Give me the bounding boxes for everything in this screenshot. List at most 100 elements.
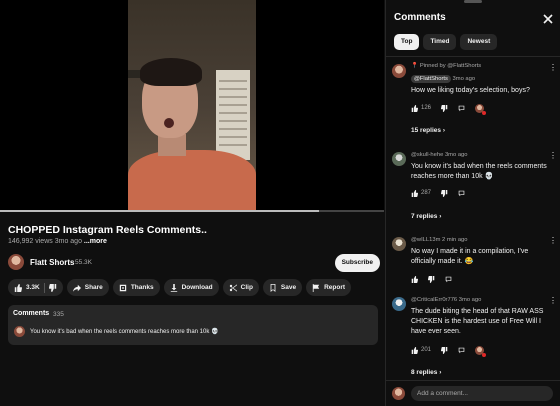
thumbs-up-icon[interactable] (14, 283, 22, 292)
comments-panel: Comments Top Timed Newest 📍 Pinned by @F… (385, 0, 560, 406)
comment-meta: @wILL13m 2 min ago (411, 237, 468, 243)
thumbs-up-icon[interactable] (411, 346, 418, 354)
scissors-icon (229, 283, 237, 292)
reply-icon[interactable] (458, 190, 465, 197)
share-button[interactable]: Share (66, 279, 109, 296)
replies-toggle[interactable]: 15 replies › (411, 127, 445, 134)
progress-fill (0, 210, 319, 212)
comment-like-group: 201 (411, 346, 432, 354)
clip-label: Clip (240, 284, 253, 291)
comment-age: 3mo ago (444, 152, 468, 158)
replies-toggle[interactable]: 8 replies › (411, 369, 441, 376)
view-count: 146,992 views (8, 238, 53, 245)
thumbs-down-icon[interactable] (441, 189, 448, 197)
comment-like-group: 126 (411, 104, 432, 112)
replies-toggle[interactable]: 7 replies › (411, 213, 441, 220)
share-label: Share (84, 284, 103, 291)
thumbs-up-icon[interactable] (411, 104, 418, 112)
action-bar: 3.3K Share Thanks Download Clip Save Rep… (8, 279, 352, 296)
chevron-right-icon: › (442, 127, 445, 134)
video-age: 3mo ago (54, 238, 82, 245)
progress-bar[interactable] (0, 210, 384, 212)
comment-author[interactable]: @CriticalErr0r776 (411, 297, 457, 303)
comments-card-title: Comments (13, 310, 50, 317)
add-comment-bar (386, 380, 560, 406)
tab-timed[interactable]: Timed (423, 34, 457, 50)
thumbs-down-icon[interactable] (428, 275, 435, 283)
video-title: CHOPPED Instagram Reels Comments.. (8, 224, 207, 236)
report-label: Report (324, 284, 346, 291)
pinned-label: 📍 Pinned by @FlattShorts (411, 63, 481, 69)
comment-author[interactable]: @wILL13m (411, 237, 440, 243)
clip-button[interactable]: Clip (222, 279, 259, 296)
flag-icon (312, 283, 320, 292)
video-frame (128, 0, 256, 212)
commenter-avatar[interactable] (392, 152, 406, 166)
comment-meta: @FlattShorts 3mo ago (411, 75, 475, 83)
reply-icon[interactable] (458, 347, 465, 354)
like-count[interactable]: 3.3K (26, 284, 40, 291)
comment-author[interactable]: @skull-hehe (411, 152, 443, 158)
thanks-button[interactable]: Thanks (112, 279, 160, 296)
panel-title: Comments (394, 12, 446, 23)
thumbs-down-icon[interactable] (441, 104, 448, 112)
thumbs-down-icon[interactable] (441, 346, 448, 354)
channel-avatar[interactable] (8, 254, 24, 270)
thumbs-up-icon[interactable] (411, 275, 418, 283)
reply-icon[interactable] (458, 105, 465, 112)
chevron-right-icon: › (439, 213, 442, 220)
pinned-text: Pinned by @FlattShorts (419, 63, 482, 69)
replies-count: 7 replies (411, 213, 438, 220)
video-meta[interactable]: 146,992 views 3mo ago ...more (8, 238, 107, 245)
comment-like-count: 126 (421, 105, 432, 111)
replies-count: 15 replies (411, 127, 441, 134)
video-watch-area: CHOPPED Instagram Reels Comments.. 146,9… (0, 0, 384, 406)
comment-text: The dude biting the head of that RAW ASS… (411, 308, 544, 335)
comment-text: How we liking today's selection, boys? (411, 87, 530, 94)
comment-age: 3mo ago (458, 297, 482, 303)
divider (386, 56, 560, 57)
panel-drag-handle[interactable] (464, 0, 482, 3)
comment-meta: @skull-hehe 3mo ago (411, 152, 468, 158)
close-button[interactable] (542, 12, 554, 24)
person-mouth (164, 118, 174, 128)
comments-card-preview: You know it's bad when the reels comment… (30, 329, 219, 335)
comment-like-group: 287 (411, 189, 431, 197)
more-options-icon[interactable]: ⋮ (549, 152, 557, 160)
more-options-icon[interactable]: ⋮ (549, 237, 557, 245)
comment-meta: @CriticalErr0r776 3mo ago (411, 297, 481, 303)
download-button[interactable]: Download (163, 279, 219, 296)
comment-actions: 126 (411, 103, 487, 115)
tab-newest[interactable]: Newest (460, 34, 498, 50)
more-link[interactable]: ...more (84, 238, 107, 245)
creator-heart-avatar (475, 103, 487, 115)
thanks-label: Thanks (130, 284, 154, 291)
subscribe-button[interactable]: Subscribe (334, 254, 380, 272)
subscriber-count: 55.3K (75, 259, 92, 266)
save-button[interactable]: Save (262, 279, 303, 296)
commenter-avatar[interactable] (392, 237, 406, 251)
thumbs-down-icon[interactable] (48, 283, 57, 292)
like-dislike-pill: 3.3K (8, 279, 63, 296)
add-comment-input[interactable] (411, 386, 553, 401)
video-player[interactable] (0, 0, 384, 212)
comment-like-count: 201 (421, 347, 432, 353)
download-label: Download (181, 284, 213, 291)
more-options-icon[interactable]: ⋮ (549, 297, 557, 305)
bookmark-icon (270, 283, 276, 292)
comment-author[interactable]: @FlattShorts (411, 75, 451, 83)
download-icon (170, 283, 177, 292)
channel-name[interactable]: Flatt Shorts (30, 258, 74, 267)
tab-top[interactable]: Top (394, 34, 420, 50)
commenter-avatar[interactable] (392, 297, 406, 311)
save-label: Save (280, 284, 297, 291)
comment-age: 2 min ago (442, 237, 468, 243)
pin-icon: 📍 (411, 63, 419, 69)
comments-preview-card[interactable]: Comments 335 You know it's bad when the … (8, 305, 378, 345)
thumbs-up-icon[interactable] (411, 189, 418, 197)
reply-icon[interactable] (445, 276, 452, 283)
more-options-icon[interactable]: ⋮ (549, 64, 557, 72)
report-button[interactable]: Report (306, 279, 352, 296)
commenter-avatar[interactable] (392, 64, 406, 78)
channel-row: Flatt Shorts 55.3K Subscribe (8, 254, 380, 272)
